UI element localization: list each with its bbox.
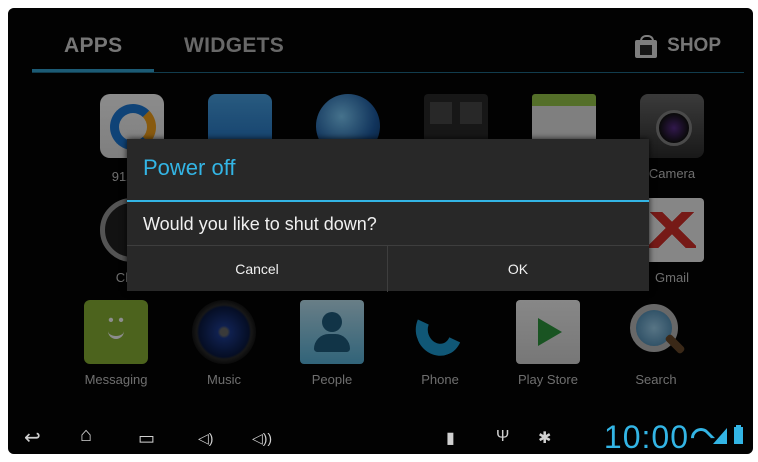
dialog-button-bar: Cancel OK bbox=[127, 245, 649, 292]
android-debug-icon: ✱ bbox=[538, 430, 552, 447]
wifi-icon bbox=[691, 428, 709, 444]
signal-icon bbox=[713, 428, 727, 444]
status-clock: 10:00 bbox=[603, 419, 689, 454]
volume-down-icon[interactable]: ◁) bbox=[198, 430, 213, 447]
back-icon[interactable]: ↩ bbox=[24, 425, 41, 450]
usb-icon: Ψ bbox=[496, 428, 510, 445]
sd-card-icon: ▮ bbox=[446, 430, 455, 447]
recent-apps-icon[interactable]: ▭ bbox=[138, 428, 155, 449]
system-bar: ↩ ⌂ ▭ ◁) ◁)) ▮ Ψ ✱ 10:00 bbox=[8, 419, 753, 454]
home-icon[interactable]: ⌂ bbox=[80, 424, 92, 447]
dialog-message: Would you like to shut down? bbox=[143, 214, 377, 234]
power-off-dialog: Power off Would you like to shut down? C… bbox=[127, 139, 649, 292]
volume-up-icon[interactable]: ◁)) bbox=[252, 430, 272, 447]
dialog-title: Power off bbox=[143, 155, 236, 180]
ok-button[interactable]: OK bbox=[388, 246, 648, 292]
dialog-title-divider bbox=[127, 200, 649, 202]
android-screen: APPS WIDGETS SHOP 91助手 Camera Clock Gmai… bbox=[8, 8, 753, 454]
cancel-button[interactable]: Cancel bbox=[127, 246, 388, 292]
battery-icon bbox=[734, 425, 743, 444]
